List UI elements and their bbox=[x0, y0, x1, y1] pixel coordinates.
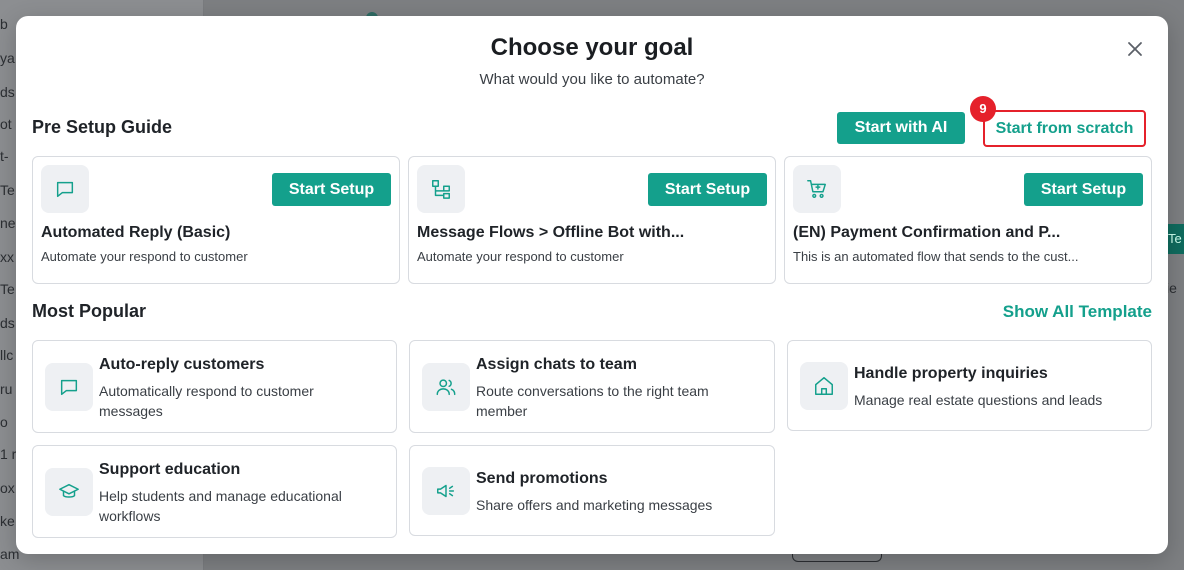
popular-card[interactable]: Assign chats to team Route conversations… bbox=[409, 340, 775, 433]
popular-title: Send promotions bbox=[476, 470, 608, 487]
choose-goal-modal: Choose your goal What would you like to … bbox=[16, 16, 1168, 554]
start-with-ai-button[interactable]: Start with AI bbox=[837, 112, 965, 144]
popular-description: Manage real estate questions and leads bbox=[854, 392, 1103, 408]
home-icon bbox=[815, 377, 833, 395]
popular-title: Handle property inquiries bbox=[854, 365, 1048, 382]
users-icon bbox=[436, 379, 456, 396]
popular-icon-box bbox=[422, 467, 470, 515]
popular-icon-box bbox=[45, 468, 93, 516]
most-popular-title: Most Popular bbox=[32, 301, 147, 321]
guide-icon-box bbox=[793, 165, 841, 213]
popular-icon-box bbox=[422, 363, 470, 411]
graduation-cap-icon bbox=[59, 483, 79, 498]
guide-icon-box bbox=[417, 165, 465, 213]
popular-title: Auto-reply customers bbox=[99, 356, 265, 373]
popular-icon-box bbox=[800, 362, 848, 410]
background-sidebar-text: ne bbox=[0, 215, 16, 231]
guide-card[interactable]: Start Setup (EN) Payment Confirmation an… bbox=[784, 156, 1152, 284]
popular-description: Help students and manage educational wor… bbox=[99, 488, 342, 524]
start-setup-button[interactable]: Start Setup bbox=[272, 173, 391, 206]
background-sidebar-text: ya bbox=[0, 50, 15, 66]
background-sidebar-text: ru bbox=[0, 381, 13, 397]
background-sidebar-text: ox bbox=[0, 480, 15, 496]
guide-description: This is an automated flow that sends to … bbox=[793, 249, 1079, 264]
popular-title: Support education bbox=[99, 461, 241, 478]
background-sidebar-text: am bbox=[0, 546, 20, 562]
popular-title: Assign chats to team bbox=[476, 356, 637, 373]
guide-title: Automated Reply (Basic) bbox=[41, 224, 231, 241]
popular-card[interactable]: Auto-reply customers Automatically respo… bbox=[32, 340, 397, 433]
start-setup-button[interactable]: Start Setup bbox=[1024, 173, 1143, 206]
guide-description: Automate your respond to customer bbox=[417, 249, 624, 264]
cart-icon bbox=[807, 180, 826, 198]
background-sidebar-text: Te bbox=[0, 281, 15, 297]
popular-description: Automatically respond to customer messag… bbox=[99, 383, 314, 419]
guide-card[interactable]: Start Setup Automated Reply (Basic) Auto… bbox=[32, 156, 400, 284]
popular-card[interactable]: Send promotions Share offers and marketi… bbox=[409, 445, 775, 536]
background-sidebar-text: o bbox=[0, 414, 8, 430]
background-sidebar-text: ds bbox=[0, 315, 15, 331]
start-from-scratch-button[interactable]: Start from scratch bbox=[983, 110, 1146, 147]
guide-icon-box bbox=[41, 165, 89, 213]
show-all-template-link[interactable]: Show All Template bbox=[1003, 302, 1152, 322]
background-sidebar-text: ot bbox=[0, 116, 12, 132]
background-sidebar-text: xx bbox=[0, 249, 14, 265]
background-sidebar-text: 1 r bbox=[0, 446, 17, 462]
step-badge: 9 bbox=[970, 96, 996, 122]
message-square-icon bbox=[60, 379, 78, 396]
background-sidebar-text: ke bbox=[0, 513, 15, 529]
start-setup-button[interactable]: Start Setup bbox=[648, 173, 767, 206]
background-sidebar-text: t- bbox=[0, 148, 9, 164]
modal-title: Choose your goal bbox=[490, 34, 694, 61]
background-sidebar-text: b bbox=[0, 16, 8, 32]
background-sidebar-text: llc bbox=[0, 347, 14, 363]
guide-title: (EN) Payment Confirmation and P... bbox=[793, 224, 1061, 241]
pre-setup-title: Pre Setup Guide bbox=[32, 117, 173, 137]
guide-description: Automate your respond to customer bbox=[41, 249, 248, 264]
megaphone-icon bbox=[437, 484, 455, 498]
popular-icon-box bbox=[45, 363, 93, 411]
modal-subtitle: What would you like to automate? bbox=[479, 71, 705, 88]
guide-title: Message Flows > Offline Bot with... bbox=[417, 224, 685, 241]
guide-card[interactable]: Start Setup Message Flows > Offline Bot … bbox=[408, 156, 776, 284]
background-sidebar-text: ds bbox=[0, 84, 15, 100]
popular-description: Route conversations to the right team me… bbox=[476, 383, 709, 419]
message-square-icon bbox=[56, 181, 74, 198]
popular-card[interactable]: Support education Help students and mana… bbox=[32, 445, 397, 538]
popular-description: Share offers and marketing messages bbox=[476, 497, 713, 513]
popular-card[interactable]: Handle property inquiries Manage real es… bbox=[787, 340, 1152, 431]
flow-icon bbox=[432, 180, 450, 199]
background-sidebar-text: Te bbox=[0, 182, 15, 198]
